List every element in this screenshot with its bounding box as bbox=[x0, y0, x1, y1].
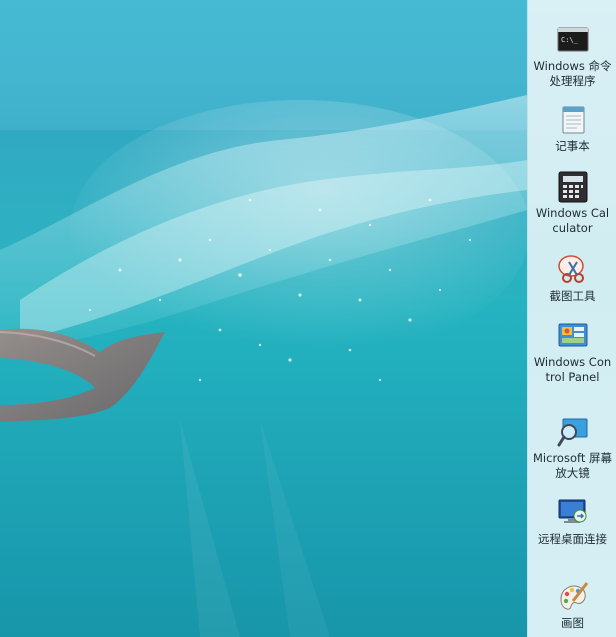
calculator-icon bbox=[557, 171, 589, 203]
magnifier-icon bbox=[557, 416, 589, 448]
app-label: 记事本 bbox=[555, 139, 590, 153]
app-tile-remote-desktop[interactable]: 远程桌面连接 bbox=[528, 497, 616, 547]
paint-icon bbox=[557, 581, 589, 613]
app-label: 截图工具 bbox=[549, 289, 596, 303]
app-label: 画图 bbox=[561, 616, 584, 630]
remote-desktop-icon bbox=[557, 497, 589, 529]
app-label: Windows 命令处理程序 bbox=[533, 59, 612, 88]
app-tile-notepad[interactable]: 记事本 bbox=[528, 104, 616, 154]
app-label: Microsoft 屏幕放大镜 bbox=[533, 451, 612, 480]
app-tile-magnifier[interactable]: Microsoft 屏幕放大镜 bbox=[528, 416, 616, 481]
app-panel: C:\_ Windows 命令处理程序 记事本 Windows Calculat… bbox=[527, 0, 616, 637]
command-prompt-icon: C:\_ bbox=[557, 24, 589, 56]
app-label: 远程桌面连接 bbox=[538, 532, 607, 546]
app-tile-paint[interactable]: 画图 bbox=[528, 581, 616, 631]
desktop: C:\_ Windows 命令处理程序 记事本 Windows Calculat… bbox=[0, 0, 616, 637]
app-tile-command-prompt[interactable]: C:\_ Windows 命令处理程序 bbox=[528, 24, 616, 89]
svg-text:C:\_: C:\_ bbox=[561, 36, 579, 44]
app-label: Windows Calculator bbox=[535, 206, 610, 235]
app-label: Windows Control Panel bbox=[533, 355, 612, 384]
notepad-icon bbox=[557, 104, 589, 136]
app-tile-control-panel[interactable]: Windows Control Panel bbox=[528, 320, 616, 385]
app-tile-calculator[interactable]: Windows Calculator bbox=[528, 171, 616, 236]
control-panel-icon bbox=[557, 320, 589, 352]
app-tile-snipping-tool[interactable]: 截图工具 bbox=[528, 254, 616, 304]
snipping-tool-icon bbox=[557, 254, 589, 286]
desktop-wallpaper bbox=[0, 0, 527, 637]
